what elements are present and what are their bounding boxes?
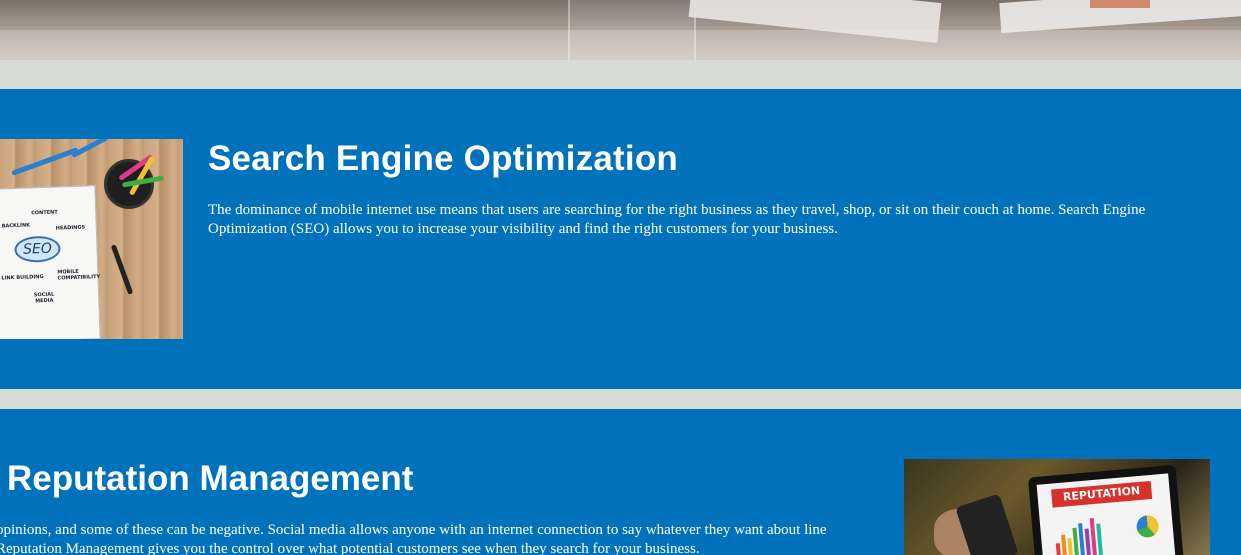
reputation-illustration-image: REPUTATION (904, 459, 1210, 555)
seo-description: The dominance of mobile internet use mea… (208, 202, 1146, 237)
reputation-description: opinions, and some of these can be negat… (0, 522, 827, 555)
seo-image-word-headings: HEADINGS (55, 224, 86, 232)
seo-image-word-link-building: LINK BUILDING (1, 274, 44, 282)
reputation-heading: Reputation Management (7, 459, 414, 498)
reputation-image-banner: REPUTATION (1051, 480, 1153, 508)
seo-section: CONTENT BACKLINK HEADINGS SEO LINK BUILD… (0, 89, 1241, 389)
seo-image-cloud: SEO (14, 235, 61, 264)
seo-image-word-social-media: SOCIAL MEDIA (33, 291, 55, 305)
reputation-section: Reputation Management opinions, and some… (0, 409, 1241, 555)
seo-image-word-content: CONTENT (31, 209, 58, 217)
seo-image-word-backlink: BACKLINK (1, 222, 31, 230)
seo-heading: Search Engine Optimization (208, 139, 678, 178)
seo-illustration-image: CONTENT BACKLINK HEADINGS SEO LINK BUILD… (0, 139, 183, 339)
hero-image-strip (0, 0, 1241, 60)
seo-image-word-mobile: MOBILE COMPATIBILITY (57, 268, 101, 282)
